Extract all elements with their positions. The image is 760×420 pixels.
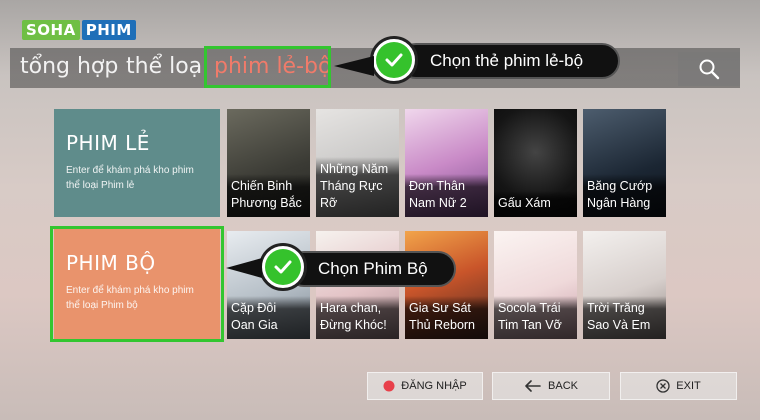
back-button[interactable]: BACK [492,372,610,400]
poster-caption: Chiến Binh Phương Bắc [227,174,310,217]
category-tile-highlight-frame [50,226,224,342]
logo-phim: PHIM [81,20,136,40]
poster-tile[interactable]: Gấu Xám [494,109,577,217]
login-label: ĐĂNG NHẬP [401,380,467,392]
tile-tip-text: Chọn Phim Bộ [318,259,428,278]
nav-tip-callout: Chọn thẻ phim lẻ-bộ [398,43,620,79]
poster-tile[interactable]: Trời Trăng Sao Và Em [583,231,666,339]
app-logo: SOHA PHIM [22,20,136,40]
nav-tip-pointer [334,56,374,76]
poster-caption: Socola Trái Tim Tan Vỡ [494,296,577,339]
tile-tip-pointer [226,258,262,278]
poster-caption: Đơn Thân Nam Nữ 2 [405,174,488,217]
nav-tip-text: Chọn thẻ phim lẻ-bộ [430,51,584,70]
poster-tile[interactable]: Chiến Binh Phương Bắc [227,109,310,217]
poster-caption: Cặp Đôi Oan Gia [227,296,310,339]
poster-caption: Băng Cướp Ngân Hàng [583,174,666,217]
poster-caption: Trời Trăng Sao Và Em [583,296,666,339]
nav-tab-highlight-frame [204,46,331,88]
search-button[interactable] [678,52,740,86]
poster-caption: Hara chan, Đừng Khóc! [316,296,399,339]
nav-tab-tong-hop[interactable]: tổng hợp [20,48,118,88]
logo-soha: SOHA [22,20,80,40]
check-icon [274,260,292,274]
poster-tile[interactable]: Những Năm Tháng Rực Rỡ [316,109,399,217]
exit-button[interactable]: EXIT [620,372,737,400]
record-dot-icon [383,380,395,392]
poster-caption: Gấu Xám [494,191,577,217]
poster-caption: Gia Sư Sát Thủ Reborn [405,296,488,339]
back-arrow-icon [524,380,542,392]
login-button[interactable]: ĐĂNG NHẬP [367,372,483,400]
category-desc: Enter để khám phá kho phim thể loại Phim… [66,165,194,191]
back-label: BACK [548,380,578,392]
close-circle-icon [656,379,670,393]
poster-caption: Những Năm Tháng Rực Rỡ [316,157,399,217]
tile-tip-check-badge [259,243,307,291]
nav-tip-check-badge [370,36,418,84]
poster-tile[interactable]: Băng Cướp Ngân Hàng [583,109,666,217]
poster-tile[interactable]: Đơn Thân Nam Nữ 2 [405,109,488,217]
category-tile-phim-le[interactable]: PHIM LẺ Enter để khám phá kho phim thể l… [54,109,220,217]
check-icon [385,53,403,67]
category-title: PHIM LẺ [66,131,150,155]
poster-tile[interactable]: Socola Trái Tim Tan Vỡ [494,231,577,339]
search-icon [699,59,720,80]
nav-tab-the-loai[interactable]: thể loại [126,48,208,88]
exit-label: EXIT [676,380,701,392]
tile-tip-callout: Chọn Phim Bộ [286,251,456,287]
